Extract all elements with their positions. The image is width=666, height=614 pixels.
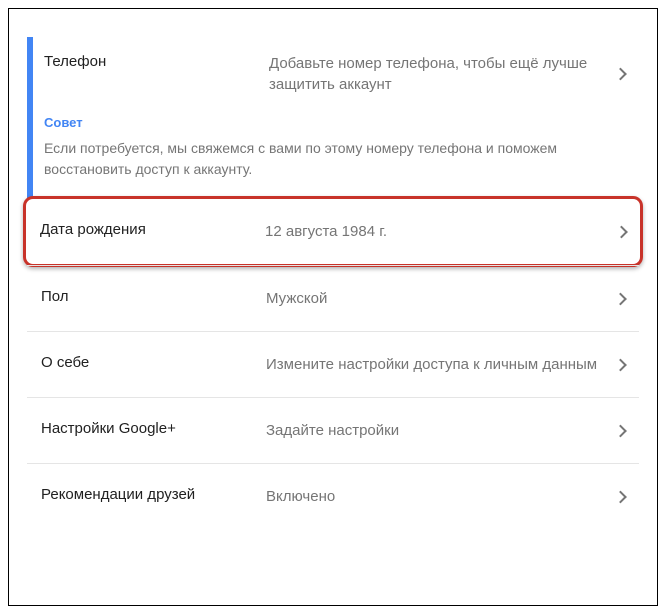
birth-label: Дата рождения bbox=[40, 221, 265, 238]
about-label: О себе bbox=[41, 354, 266, 371]
tip-text: Если потребуется, мы свяжемся с вами по … bbox=[44, 138, 629, 180]
phone-value: Добавьте номер телефона, чтобы ещё лучше… bbox=[269, 53, 629, 95]
tip-label: Совет bbox=[44, 115, 629, 130]
phone-label: Телефон bbox=[44, 53, 269, 70]
row-googleplus[interactable]: Настройки Google+ Задайте настройки bbox=[27, 397, 639, 463]
row-gender[interactable]: Пол Мужской bbox=[27, 265, 639, 331]
phone-tip: Совет Если потребуется, мы свяжемся с ва… bbox=[30, 111, 639, 198]
gplus-label: Настройки Google+ bbox=[41, 420, 266, 437]
settings-panel: Телефон Добавьте номер телефона, чтобы е… bbox=[8, 8, 658, 606]
gplus-value: Задайте настройки bbox=[266, 420, 629, 441]
row-about[interactable]: О себе Измените настройки доступа к личн… bbox=[27, 331, 639, 397]
row-birthdate[interactable]: Дата рождения 12 августа 1984 г. bbox=[23, 196, 643, 267]
friends-value: Включено bbox=[266, 486, 629, 507]
gender-value: Мужской bbox=[266, 288, 629, 309]
gender-label: Пол bbox=[41, 288, 266, 305]
birth-value: 12 августа 1984 г. bbox=[265, 221, 630, 242]
about-value: Измените настройки доступа к личным данн… bbox=[266, 354, 629, 375]
row-friend-recommendations[interactable]: Рекомендации друзей Включено bbox=[27, 463, 639, 529]
friends-label: Рекомендации друзей bbox=[41, 486, 266, 503]
row-phone[interactable]: Телефон Добавьте номер телефона, чтобы е… bbox=[30, 37, 639, 111]
